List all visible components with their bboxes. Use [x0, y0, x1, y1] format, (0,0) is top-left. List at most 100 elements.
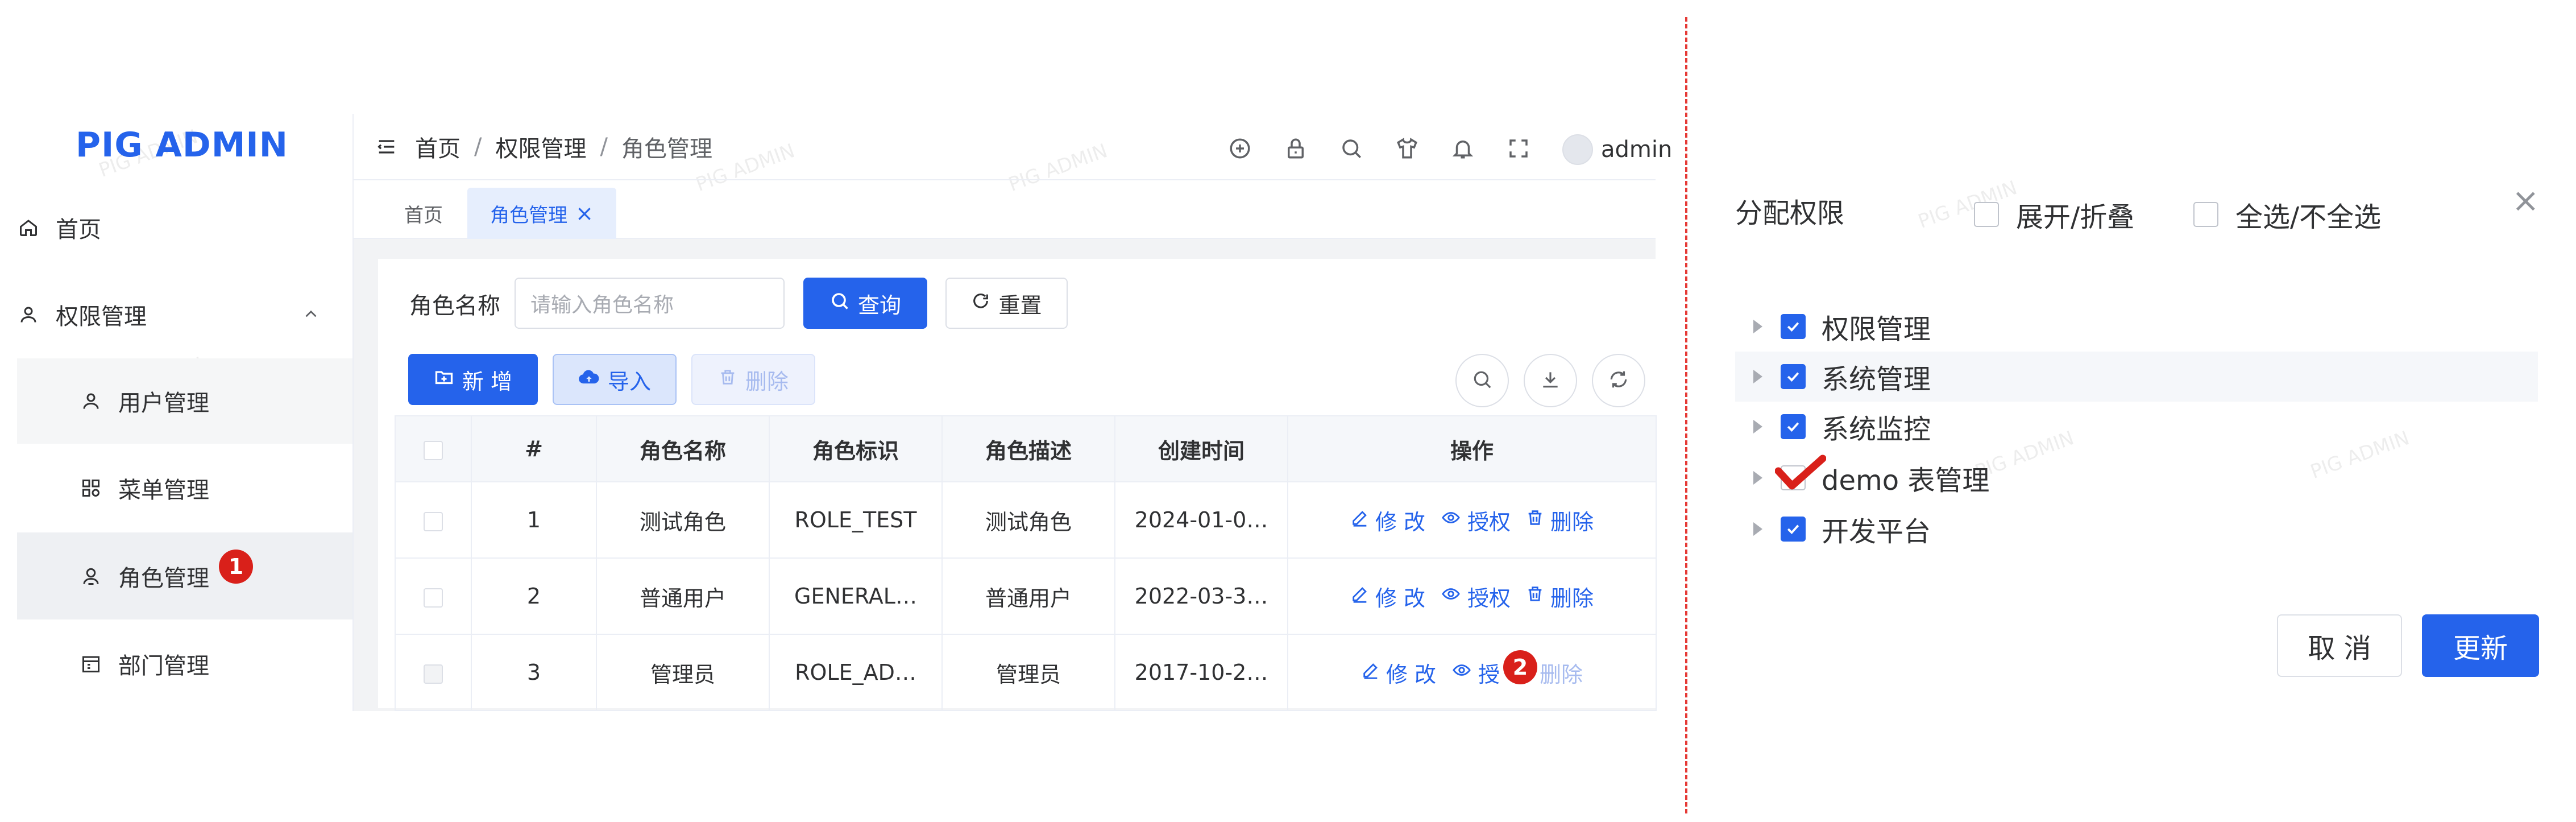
app-logo: PIG ADMIN	[76, 125, 288, 165]
row-checkbox[interactable]	[424, 511, 443, 531]
batch-delete-button[interactable]: 删除	[691, 354, 815, 405]
column-header: #	[471, 415, 597, 482]
expand-collapse-option[interactable]: 展开/折叠	[1974, 195, 2134, 234]
breadcrumb-current: 角色管理	[621, 136, 712, 162]
caret-right-icon[interactable]	[1753, 420, 1762, 433]
role-name-label: 角色名称	[409, 293, 500, 319]
export-button[interactable]	[1524, 354, 1577, 407]
select-all-checkbox[interactable]	[2193, 202, 2218, 227]
close-icon[interactable]: ×	[575, 201, 594, 226]
tab-home[interactable]: 首页	[392, 188, 455, 239]
avatar	[1562, 134, 1593, 165]
edit-icon	[1350, 507, 1370, 532]
row-checkbox[interactable]	[424, 588, 443, 608]
column-header: 角色标识	[769, 415, 943, 482]
panel-divider	[1685, 17, 1687, 813]
edit-button[interactable]: 修 改	[1350, 505, 1425, 536]
edit-button[interactable]: 修 改	[1350, 581, 1425, 612]
query-label: 查询	[857, 292, 901, 318]
authorize-button[interactable]: 授 2	[1451, 650, 1538, 688]
caret-right-icon[interactable]	[1753, 370, 1762, 383]
bell-icon[interactable]	[1451, 137, 1475, 163]
add-button[interactable]: 新 增	[408, 354, 538, 405]
tree-node-checkbox[interactable]	[1781, 314, 1806, 339]
trash-icon	[1525, 584, 1545, 609]
reset-button[interactable]: 重置	[945, 278, 1068, 329]
row-checkbox[interactable]	[424, 664, 443, 684]
eye-icon	[1440, 507, 1462, 532]
cell-role-name: 测试角色	[596, 481, 770, 559]
sidebar-item-home[interactable]: 首页	[17, 185, 354, 270]
cancel-button[interactable]: 取 消	[2277, 614, 2402, 677]
tree-node-label: 系统监控	[1822, 414, 1931, 445]
caret-right-icon[interactable]	[1753, 320, 1762, 333]
delete-row-button[interactable]: 删除	[1525, 581, 1594, 612]
sidebar-item-roles[interactable]: 角色管理 1	[17, 532, 354, 619]
select-all-checkbox[interactable]	[424, 440, 443, 460]
tree-node-label: 权限管理	[1822, 313, 1931, 345]
close-icon[interactable]: ×	[2512, 181, 2540, 220]
import-label: 导入	[607, 369, 651, 394]
breadcrumb-permission[interactable]: 权限管理	[495, 130, 586, 163]
search-icon[interactable]	[1339, 137, 1363, 163]
tree-node[interactable]: demo 表管理	[1735, 453, 2538, 503]
authorize-button[interactable]: 授权	[1440, 581, 1511, 612]
edit-button[interactable]: 修 改	[1361, 657, 1436, 688]
delete-row-button[interactable]: 删除	[1525, 505, 1594, 536]
eye-icon	[1451, 660, 1472, 685]
user-icon	[80, 390, 102, 412]
sidebar-item-users[interactable]: 用户管理	[17, 358, 354, 444]
tree-node-checkbox[interactable]	[1781, 517, 1806, 542]
lock-icon[interactable]	[1284, 137, 1308, 163]
folder-add-icon	[434, 367, 454, 393]
breadcrumb-home[interactable]: 首页	[415, 130, 461, 163]
edit-icon	[1350, 584, 1370, 609]
dialog-title: 分配权限	[1735, 197, 1845, 229]
expand-collapse-checkbox[interactable]	[1974, 202, 1999, 227]
menu-fold-icon[interactable]	[375, 135, 398, 160]
user-icon	[17, 303, 40, 326]
eye-icon	[1440, 584, 1462, 609]
refresh-table-button[interactable]	[1592, 354, 1645, 407]
tree-node[interactable]: 系统管理	[1735, 352, 2538, 402]
user-name: admin	[1601, 137, 1673, 163]
fullscreen-icon[interactable]	[1507, 137, 1530, 163]
role-icon	[80, 565, 102, 588]
caret-right-icon[interactable]	[1753, 471, 1762, 485]
tree-node-checkbox[interactable]	[1781, 414, 1806, 439]
step-marker-2: 2	[1503, 650, 1538, 684]
sidebar-item-label: 首页	[56, 217, 101, 243]
tree-node[interactable]: 权限管理	[1735, 301, 2538, 352]
user-menu[interactable]: admin	[1562, 134, 1672, 165]
tree-node-label: 系统管理	[1822, 364, 1931, 395]
select-all-option[interactable]: 全选/不全选	[2193, 195, 2381, 234]
tree-node[interactable]: 系统监控	[1735, 402, 2538, 452]
tree-node[interactable]: 开发平台	[1735, 504, 2538, 554]
language-icon[interactable]	[1228, 137, 1252, 163]
cell-role-name: 管理员	[596, 634, 770, 711]
tab-roles[interactable]: 角色管理 ×	[467, 188, 616, 239]
grid-icon	[80, 477, 102, 499]
sidebar-item-permission[interactable]: 权限管理	[17, 272, 354, 357]
table-row: 2 普通用户 GENERAL… 普通用户 2022-03-3… 修 改 授权 删…	[395, 557, 1657, 635]
step-marker-1: 1	[219, 550, 253, 584]
import-button[interactable]: 导入	[553, 354, 677, 405]
tree-node-checkbox[interactable]	[1781, 364, 1806, 389]
authorize-label: 授权	[1467, 585, 1511, 611]
search-toggle-button[interactable]	[1455, 354, 1509, 407]
cloud-upload-icon	[578, 366, 600, 393]
select-all-label: 全选/不全选	[2235, 201, 2382, 233]
query-button[interactable]: 查询	[803, 278, 927, 329]
tree-node-checkbox[interactable]	[1775, 455, 1826, 490]
download-icon	[1540, 369, 1561, 393]
select-all-checkbox-cell[interactable]	[395, 415, 472, 482]
edit-label: 修 改	[1375, 509, 1426, 535]
role-name-input[interactable]: 请输入角色名称	[515, 278, 785, 329]
theme-shirt-icon[interactable]	[1395, 137, 1419, 163]
sidebar-item-departments[interactable]: 部门管理	[17, 621, 354, 707]
update-button[interactable]: 更新	[2422, 614, 2539, 677]
authorize-button[interactable]: 授权	[1440, 505, 1511, 536]
sidebar-item-menus[interactable]: 菜单管理	[17, 445, 354, 531]
edit-icon	[1361, 660, 1380, 685]
caret-right-icon[interactable]	[1753, 522, 1762, 536]
